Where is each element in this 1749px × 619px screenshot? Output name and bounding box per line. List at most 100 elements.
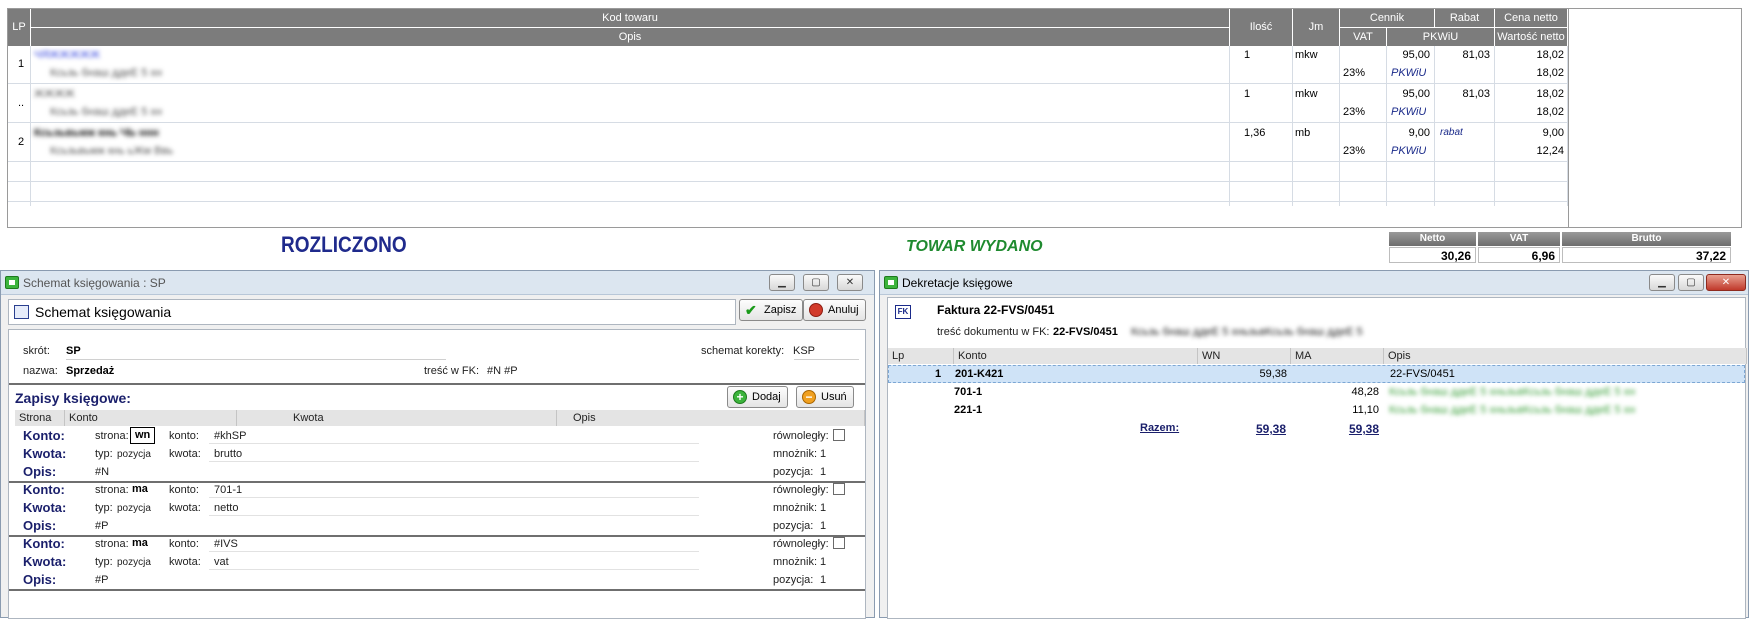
col-kwota[interactable]: Kwota: [237, 410, 557, 426]
entry-row[interactable]: Konto: Kwota: Opis: strona: wn konto: #khSP typ…: [9, 427, 865, 483]
document-icon: [14, 305, 29, 319]
razem-ma: 59,38: [1348, 422, 1379, 436]
close-button[interactable]: ✕: [837, 274, 863, 291]
row-kod-towaru[interactable]: ЧЯЖЖЖЖЖ: [34, 46, 100, 64]
minimize-button[interactable]: ▁: [1649, 274, 1675, 291]
row-ma: 11,10: [1352, 404, 1379, 416]
maximize-button[interactable]: ▢: [803, 274, 829, 291]
app-icon: [5, 276, 19, 289]
col-header-opis[interactable]: Opis: [31, 28, 1229, 46]
schemat-titlebar[interactable]: Schemat księgowania : SP ▁ ▢ ✕: [1, 271, 874, 295]
opis-field[interactable]: #P: [95, 520, 108, 532]
remove-button[interactable]: − Usuń: [796, 386, 854, 408]
col-header-ilosc[interactable]: Ilość: [1230, 9, 1292, 46]
col-konto[interactable]: Konto: [954, 348, 1198, 364]
col-strona[interactable]: Strona: [15, 410, 65, 426]
col-opis[interactable]: Opis: [557, 410, 865, 426]
col-wn[interactable]: WN: [1198, 348, 1291, 364]
tresc-dokumentu-value[interactable]: 22-FVS/0451: [1053, 326, 1118, 338]
strona-field[interactable]: ma: [132, 537, 148, 549]
table-row[interactable]: 701-1 48,28 Ксьзь бнаш ддеЕ 5 хньзьвКсьз…: [888, 384, 1745, 402]
rownolegly-checkbox[interactable]: [833, 483, 845, 495]
nazwa-label: nazwa:: [23, 365, 58, 377]
strona-field[interactable]: ma: [132, 483, 148, 495]
totals-netto-value: 30,26: [1389, 247, 1476, 263]
row-opis: Ксьзь бнаш ддеЕ 5 хньзьвКсьзь бнаш ддеЕ …: [1389, 404, 1636, 416]
row-pkwiu: PKWiU: [1391, 67, 1427, 79]
col-header-cennik[interactable]: Cennik: [1340, 9, 1434, 27]
col-ma[interactable]: MA: [1291, 348, 1384, 364]
mnoznik-field[interactable]: 1: [820, 556, 826, 568]
maximize-button[interactable]: ▢: [1678, 274, 1704, 291]
typ-field[interactable]: pozycja: [117, 449, 151, 460]
col-header-rabat[interactable]: Rabat: [1435, 9, 1494, 27]
tresc-label: treść w FK:: [424, 365, 480, 377]
konto-field[interactable]: #IVS: [214, 538, 238, 550]
table-row[interactable]: 221-1 11,10 Ксьзь бнаш ддеЕ 5 хньзьвКсьз…: [888, 402, 1745, 420]
mnoznik-field[interactable]: 1: [820, 448, 826, 460]
row-kod-towaru[interactable]: Ксьзьвьмж кнь ЧЬ ннн: [34, 124, 159, 142]
row-opis: Ксьзь бнаш ддеЕ 5 хньзьвКсьзь бнаш ддеЕ …: [1389, 386, 1636, 398]
col-lp[interactable]: Lp: [888, 348, 954, 364]
rownolegly-label: równoległy:: [773, 430, 829, 442]
row-jm: mkw: [1295, 49, 1318, 61]
strona-field[interactable]: wn: [130, 427, 156, 444]
row-vat: 23%: [1343, 67, 1366, 79]
row-kod-towaru[interactable]: ЖЖЖЖ: [34, 85, 75, 103]
entry-row[interactable]: Konto: Kwota: Opis: strona: ma konto: 701-1 typ…: [9, 482, 865, 537]
kwota-field[interactable]: netto: [214, 502, 238, 514]
col-opis[interactable]: Opis: [1384, 348, 1747, 364]
col-header-jm[interactable]: Jm: [1293, 9, 1339, 46]
col-header-wartosc-netto[interactable]: Wartość netto: [1495, 28, 1567, 46]
rownolegly-checkbox[interactable]: [833, 429, 845, 441]
plus-icon: +: [733, 390, 747, 404]
tresc-field[interactable]: #N #P: [487, 365, 518, 377]
cancel-icon: [809, 303, 823, 317]
dekretacje-titlebar[interactable]: Dekretacje księgowe ▁ ▢ ✕: [880, 271, 1748, 295]
totals-vat-label: VAT: [1478, 232, 1560, 246]
save-button[interactable]: ✔ Zapisz: [739, 299, 804, 321]
entry-row[interactable]: Konto: Kwota: Opis: strona: ma konto: #IVS typ:…: [9, 536, 865, 591]
pozycja-label: pozycja:: [773, 466, 814, 478]
table-row[interactable]: 1 201-K421 59,38 22-FVS/0451: [888, 365, 1745, 383]
col-header-pkwiu[interactable]: PKWiU: [1387, 28, 1494, 46]
pozycja-field[interactable]: 1: [820, 574, 826, 586]
minimize-button[interactable]: ▁: [769, 274, 795, 291]
col-header-vat[interactable]: VAT: [1340, 28, 1386, 46]
tresc-dokumentu-label: treść dokumentu w FK:: [937, 326, 1050, 338]
kwota-field[interactable]: vat: [214, 556, 229, 568]
opis-field[interactable]: #N: [95, 466, 109, 478]
nazwa-field[interactable]: Sprzedaż: [66, 365, 114, 377]
entry-opis-label: Opis:: [23, 572, 57, 587]
mnoznik-field[interactable]: 1: [820, 502, 826, 514]
col-header-lp[interactable]: LP: [8, 9, 30, 46]
rownolegly-checkbox[interactable]: [833, 537, 845, 549]
schemat-window: Schemat księgowania : SP ▁ ▢ ✕ Schemat k…: [0, 270, 875, 619]
skrot-field[interactable]: SP: [66, 345, 81, 357]
row-wartosc-netto: 12,24: [1536, 145, 1564, 157]
korekty-field[interactable]: KSP: [793, 345, 815, 357]
row-konto: 201-K421: [955, 368, 1004, 380]
konto-field[interactable]: #khSP: [214, 430, 246, 442]
schemat-header: Schemat księgowania: [8, 299, 736, 325]
cancel-button[interactable]: Anuluj: [803, 299, 866, 321]
konto-field[interactable]: 701-1: [214, 484, 242, 496]
pozycja-field[interactable]: 1: [820, 466, 826, 478]
typ-field[interactable]: pozycja: [117, 503, 151, 514]
add-label: Dodaj: [752, 391, 781, 403]
kwota-field[interactable]: brutto: [214, 448, 242, 460]
pozycja-field[interactable]: 1: [820, 520, 826, 532]
opis-field[interactable]: #P: [95, 574, 108, 586]
col-konto[interactable]: Konto: [65, 410, 237, 426]
entry-kwota-label: Kwota:: [23, 500, 67, 515]
col-header-cena-netto[interactable]: Cena netto: [1495, 9, 1567, 27]
check-icon: ✔: [745, 302, 757, 318]
pozycja-label: pozycja:: [773, 574, 814, 586]
skrot-label: skrót:: [23, 345, 50, 357]
close-button[interactable]: ✕: [1706, 274, 1746, 291]
zapisy-title: Zapisy księgowe:: [15, 390, 131, 406]
add-button[interactable]: + Dodaj: [727, 386, 788, 408]
typ-field[interactable]: pozycja: [117, 557, 151, 568]
rownolegly-label: równoległy:: [773, 538, 829, 550]
col-header-kod-towaru[interactable]: Kod towaru: [31, 9, 1229, 27]
